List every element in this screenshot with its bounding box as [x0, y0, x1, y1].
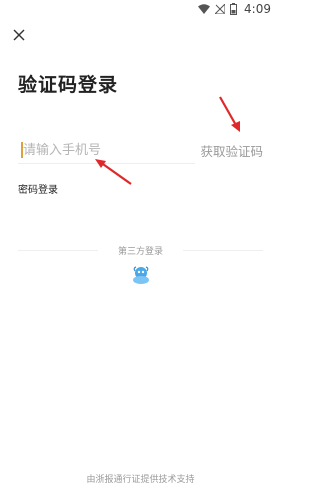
wifi-icon: [198, 4, 211, 14]
footer-text: 由浙报通行证提供技术支持: [86, 475, 195, 485]
status-time: 4:09: [244, 2, 271, 16]
close-icon: [13, 29, 25, 41]
annotation-arrow-phone: [95, 159, 132, 185]
status-bar: 4:09: [0, 0, 281, 20]
annotation-arrow-code: [219, 96, 240, 132]
battery-icon: [230, 3, 238, 15]
third-party-section: 第三方登录: [18, 242, 263, 258]
phone-input-row: 获取验证码: [18, 137, 263, 165]
password-login-link[interactable]: 密码登录: [18, 181, 58, 196]
signal-icon: [215, 4, 226, 14]
divider-right: [183, 250, 263, 251]
page-title: 验证码登录: [18, 74, 119, 96]
status-icons: 4:09: [198, 2, 271, 16]
get-code-button[interactable]: 获取验证码: [200, 141, 263, 160]
zhebaotong-icon: [133, 266, 149, 284]
zhebaotong-login-button[interactable]: [131, 265, 151, 285]
text-caret: [21, 142, 23, 158]
close-button[interactable]: [10, 26, 28, 44]
